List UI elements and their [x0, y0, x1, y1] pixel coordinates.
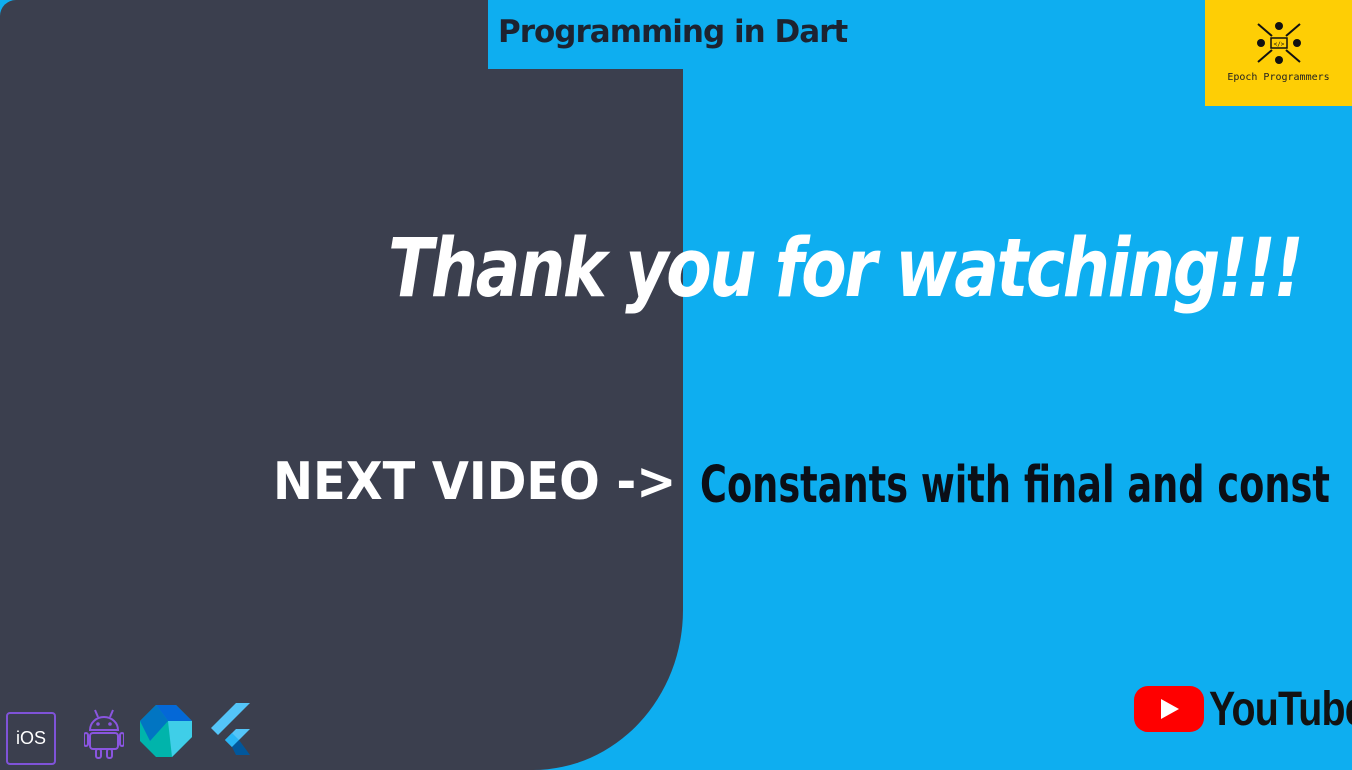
- code-brackets-icon: </>: [1257, 22, 1301, 64]
- page-title: Programming in Dart: [498, 14, 848, 50]
- ios-label: iOS: [15, 728, 46, 748]
- svg-text:</>: </>: [1274, 41, 1285, 48]
- thank-you-heading: Thank you for watching!!!: [388, 222, 1304, 316]
- dart-icon: [140, 705, 192, 757]
- android-icon: [84, 709, 124, 759]
- flutter-icon: [211, 703, 250, 755]
- dark-background-panel: [0, 0, 683, 770]
- next-video-label: NEXT VIDEO ->: [273, 452, 677, 512]
- next-video-title: Constants with final and const: [700, 456, 1330, 515]
- youtube-play-icon: [1134, 686, 1204, 732]
- logo-label: Epoch Programmers: [1227, 72, 1330, 83]
- ios-icon: iOS: [6, 712, 56, 765]
- youtube-wordmark: YouTube: [1209, 683, 1352, 736]
- channel-logo: </> Epoch Programmers: [1205, 0, 1352, 106]
